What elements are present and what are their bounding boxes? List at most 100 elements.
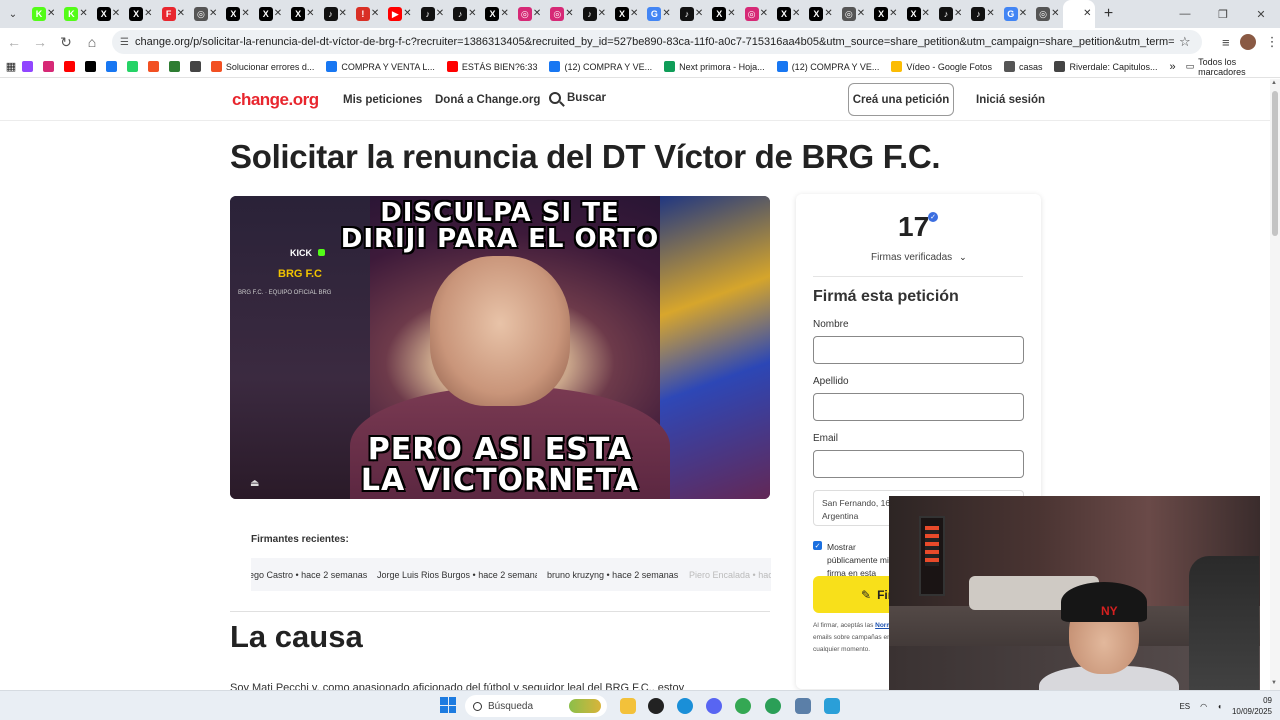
browser-tab[interactable]: G ✕ [998, 0, 1030, 28]
site-info-icon[interactable]: ☰ [120, 37, 129, 48]
tab-close-icon[interactable]: ✕ [47, 8, 55, 19]
minimize-icon[interactable]: — [1166, 0, 1204, 28]
taskbar-search[interactable]: Búsqueda [465, 695, 607, 717]
browser-tab-active[interactable]: ✕ [1062, 0, 1095, 28]
chrome-profile-icon[interactable] [765, 698, 781, 714]
tab-close-icon[interactable]: ✕ [662, 8, 670, 19]
bookmark-item[interactable] [105, 61, 121, 72]
volume-icon[interactable]: ◖ [1217, 702, 1222, 711]
first-name-field[interactable] [813, 336, 1024, 364]
browser-tab[interactable]: ♪ ✕ [933, 0, 965, 28]
obs-icon[interactable] [648, 698, 664, 714]
tab-close-icon[interactable]: ✕ [79, 8, 87, 19]
browser-tab[interactable]: X ✕ [253, 0, 285, 28]
address-bar[interactable]: ☰ change.org/p/solicitar-la-renuncia-del… [112, 30, 1202, 54]
tab-close-icon[interactable]: ✕ [177, 8, 185, 19]
tab-close-icon[interactable]: ✕ [339, 8, 347, 19]
tab-close-icon[interactable]: ✕ [209, 8, 217, 19]
forward-button[interactable]: → [28, 30, 52, 54]
email-field[interactable] [813, 450, 1024, 478]
tab-close-icon[interactable]: ✕ [986, 8, 994, 19]
bookmark-item[interactable] [126, 61, 142, 72]
scroll-up-icon[interactable]: ▲ [1271, 80, 1277, 86]
browser-tab[interactable]: ◎ ✕ [836, 0, 868, 28]
tab-close-icon[interactable]: ✕ [403, 8, 411, 19]
verified-signatures-toggle[interactable]: Firmas verificadas ⌄ [871, 252, 967, 263]
tab-close-icon[interactable]: ✕ [922, 8, 930, 19]
tab-close-icon[interactable]: ✕ [630, 8, 638, 19]
browser-tab[interactable]: X ✕ [91, 0, 123, 28]
bookmark-item[interactable]: Solucionar errores d... [210, 61, 314, 72]
discord-icon[interactable] [706, 698, 722, 714]
wifi-icon[interactable]: ◠ [1200, 702, 1207, 711]
browser-tab[interactable]: ♪ ✕ [577, 0, 609, 28]
browser-tab[interactable]: X ✕ [609, 0, 641, 28]
page-scrollbar[interactable] [1270, 79, 1280, 690]
edge-icon[interactable] [677, 698, 693, 714]
browser-tab[interactable]: ◎ ✕ [512, 0, 544, 28]
bookmark-item[interactable] [63, 61, 79, 72]
browser-tab[interactable]: ♪ ✕ [318, 0, 350, 28]
bookmark-item[interactable]: Vídeo - Google Fotos [891, 61, 992, 72]
browser-tab[interactable]: ▶ ✕ [382, 0, 414, 28]
notepad-icon[interactable] [824, 698, 840, 714]
browser-tab[interactable]: F ✕ [156, 0, 188, 28]
browser-tab[interactable]: X ✕ [479, 0, 511, 28]
tab-close-icon[interactable]: ✕ [371, 8, 379, 19]
browser-tab[interactable]: X ✕ [706, 0, 738, 28]
bookmark-item[interactable] [84, 61, 100, 72]
browser-tab[interactable]: ! ✕ [350, 0, 382, 28]
browser-tab[interactable]: ♪ ✕ [447, 0, 479, 28]
bookmark-item[interactable] [42, 61, 58, 72]
browser-tab[interactable]: X ✕ [220, 0, 252, 28]
tab-close-icon[interactable]: ✕ [760, 8, 768, 19]
browser-tab[interactable]: ♪ ✕ [965, 0, 997, 28]
bookmark-item[interactable] [21, 61, 37, 72]
nav-search[interactable]: Buscar [549, 92, 606, 104]
file-explorer-icon[interactable] [620, 698, 636, 714]
tab-close-icon[interactable]: ✕ [306, 8, 314, 19]
tab-close-icon[interactable]: ✕ [857, 8, 865, 19]
bookmark-item[interactable]: COMPRA Y VENTA L... [326, 61, 435, 72]
tab-close-icon[interactable]: ✕ [727, 8, 735, 19]
tab-close-icon[interactable]: ✕ [889, 8, 897, 19]
public-signature-checkbox[interactable]: ✓ [813, 541, 822, 550]
tab-close-icon[interactable]: ✕ [500, 8, 508, 19]
tab-close-icon[interactable]: ✕ [144, 8, 152, 19]
close-window-icon[interactable]: ✕ [1242, 0, 1280, 28]
tab-close-icon[interactable]: ✕ [792, 8, 800, 19]
bookmark-item[interactable] [168, 61, 184, 72]
browser-tab[interactable]: X ✕ [771, 0, 803, 28]
create-petition-button[interactable]: Creá una petición [848, 83, 954, 116]
tab-close-icon[interactable]: ✕ [598, 8, 606, 19]
tab-close-icon[interactable]: ✕ [112, 8, 120, 19]
bookmark-item[interactable]: casas [1003, 61, 1042, 72]
restore-icon[interactable]: ❐ [1204, 0, 1242, 28]
bookmark-item[interactable] [147, 61, 163, 72]
browser-tab[interactable]: X ✕ [285, 0, 317, 28]
bookmarks-more-button[interactable]: » [1170, 61, 1176, 73]
browser-tab[interactable]: K ✕ [26, 0, 58, 28]
tab-close-icon[interactable]: ✕ [954, 8, 962, 19]
scroll-thumb[interactable] [1272, 91, 1278, 236]
nav-donate[interactable]: Doná a Change.org [435, 94, 540, 106]
tab-close-icon[interactable]: ✕ [695, 8, 703, 19]
menu-dots-icon[interactable]: ⋮ [1266, 34, 1279, 50]
browser-tab[interactable]: X ✕ [803, 0, 835, 28]
language-indicator[interactable]: ES [1179, 702, 1190, 711]
browser-tab[interactable]: ♪ ✕ [415, 0, 447, 28]
tab-close-icon[interactable]: ✕ [1019, 8, 1027, 19]
tab-close-icon[interactable]: ✕ [468, 8, 476, 19]
browser-tab[interactable]: ◎ ✕ [1030, 0, 1062, 28]
bookmark-item[interactable]: ESTÁS BIEN?6:33 [446, 61, 537, 72]
calculator-icon[interactable] [795, 698, 811, 714]
login-link[interactable]: Iniciá sesión [976, 94, 1045, 106]
bookmark-item[interactable]: (12) COMPRA Y VE... [776, 61, 879, 72]
reload-button[interactable]: ↻ [54, 30, 78, 54]
last-name-field[interactable] [813, 393, 1024, 421]
new-tab-button[interactable]: + [1095, 5, 1123, 23]
bookmark-star-icon[interactable]: ☆ [1179, 34, 1191, 50]
nav-my-petitions[interactable]: Mis peticiones [343, 94, 422, 106]
apps-grid-icon[interactable]: ▦ [0, 60, 22, 73]
chrome-icon[interactable] [735, 698, 751, 714]
